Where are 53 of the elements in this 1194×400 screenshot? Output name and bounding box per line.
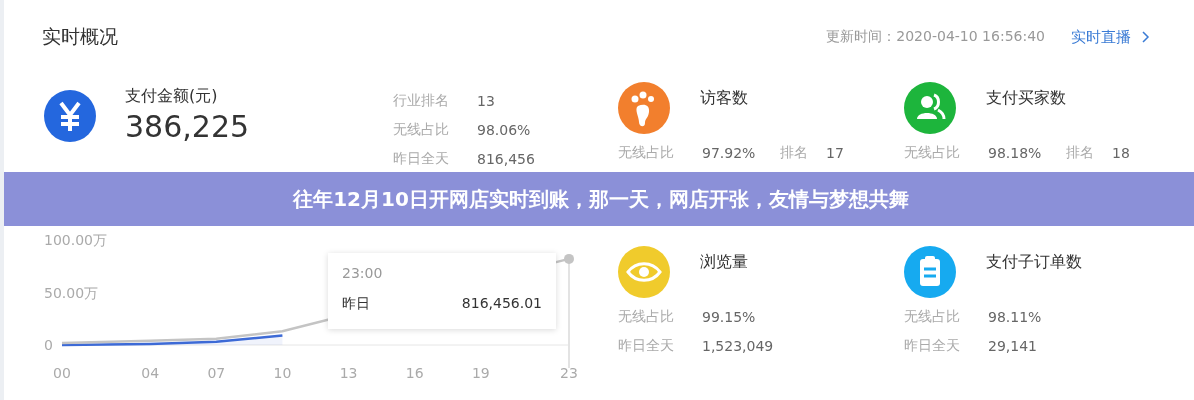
stat-value: 98.18% — [988, 144, 1043, 161]
stat-value: 97.92% — [702, 144, 757, 161]
y-axis-label: 0 — [44, 337, 53, 353]
x-axis-label: 04 — [141, 365, 160, 381]
banner-title: 往年12月10日开网店实时到账，那一天，网店开张，友情与梦想共舞 — [293, 185, 909, 213]
tooltip-series: 昨日 — [342, 295, 370, 313]
x-axis-label: 10 — [273, 365, 292, 381]
x-axis-label: 19 — [471, 365, 490, 381]
x-axis-label: 13 — [339, 365, 358, 381]
stat-label: 无线占比 — [618, 143, 675, 162]
stat-value: 816,456 — [477, 150, 536, 167]
y-axis-label: 100.00万 — [44, 232, 107, 248]
tooltip-value: 816,456.01 — [461, 295, 542, 313]
yen-icon — [44, 90, 96, 142]
x-axis-label: 07 — [207, 365, 226, 381]
stat-value: 98.11% — [988, 308, 1043, 325]
stat-value: 29,141 — [988, 337, 1038, 354]
y-axis-label: 50.00万 — [44, 284, 99, 301]
metric-name: 访客数 — [700, 88, 748, 109]
stat-value: 13 — [477, 92, 496, 109]
eye-icon — [618, 246, 670, 298]
stat-label: 无线占比 — [618, 307, 675, 326]
stat-label: 无线占比 — [904, 143, 961, 162]
stat-value: 17 — [826, 144, 845, 161]
data-point — [564, 253, 574, 264]
tooltip-time: 23:00 — [342, 265, 384, 281]
chevron-right-icon — [1141, 31, 1150, 43]
live-link[interactable]: 实时直播 — [1071, 27, 1150, 47]
stat-value: 99.15% — [702, 308, 757, 325]
update-time: 更新时间：2020-04-10 16:56:40 — [826, 28, 1045, 46]
stat-label: 排名 — [780, 143, 809, 162]
metric-value: 386,225 — [125, 109, 251, 144]
x-axis-label: 16 — [405, 365, 424, 381]
stat-label: 行业排名 — [393, 91, 450, 110]
stat-value: 1,523,049 — [702, 337, 775, 354]
x-axis-label: 23 — [560, 365, 578, 381]
stat-label: 无线占比 — [904, 307, 961, 326]
stat-value: 98.06% — [477, 121, 532, 138]
stat-label: 无线占比 — [393, 120, 450, 139]
stat-label: 排名 — [1066, 143, 1095, 162]
footprint-icon — [618, 82, 670, 134]
metric-name: 支付买家数 — [986, 88, 1066, 109]
stat-value: 18 — [1112, 144, 1131, 161]
stat-label: 昨日全天 — [618, 336, 675, 355]
clipboard-icon — [904, 246, 956, 298]
x-axis-label: 00 — [53, 365, 71, 381]
panel-title: 实时概况 — [42, 24, 118, 49]
metric-name: 支付金额(元) — [125, 86, 219, 107]
people-icon — [904, 82, 956, 134]
metric-name: 浏览量 — [700, 252, 748, 273]
stat-label: 昨日全天 — [393, 149, 450, 168]
metric-name: 支付子订单数 — [986, 252, 1082, 273]
stat-label: 昨日全天 — [904, 336, 961, 355]
